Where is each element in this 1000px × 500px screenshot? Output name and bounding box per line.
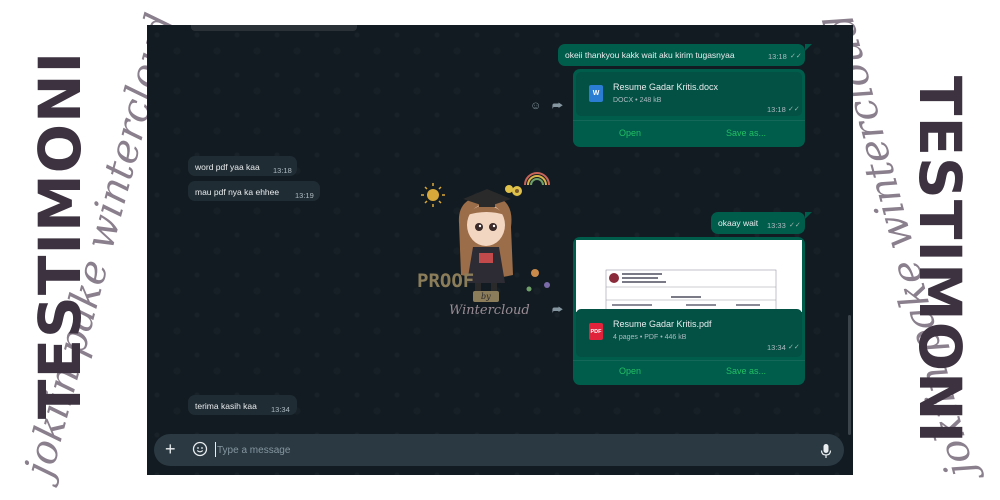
outgoing-message[interactable]: okeii thankyou kakk wait aku kirim tugas… bbox=[558, 44, 812, 66]
message-text: terima kasih kaa bbox=[195, 401, 257, 411]
divider bbox=[573, 120, 805, 121]
message-text: word pdf yaa kaa bbox=[195, 162, 260, 172]
incoming-message[interactable]: terima kasih kaa 13:34 bbox=[188, 395, 297, 415]
sun-icon bbox=[421, 183, 445, 207]
message-time: 13:34 bbox=[767, 343, 786, 352]
message-input[interactable] bbox=[217, 441, 777, 459]
message-composer: + bbox=[154, 434, 844, 466]
bubble-tail bbox=[805, 212, 812, 219]
right-decoration: jokiin pake wintercloud TESTIMONI bbox=[816, 0, 1000, 500]
watermark-by: by bbox=[473, 291, 499, 302]
chat-window: PROOF by Wintercloud okeii thankyou kakk… bbox=[147, 25, 853, 475]
save-as-button[interactable]: Save as... bbox=[726, 128, 766, 138]
rainbow-icon bbox=[524, 172, 550, 186]
document-meta: 4 pages • PDF • 446 kB bbox=[613, 334, 687, 341]
open-button[interactable]: Open bbox=[619, 366, 641, 376]
sticker-icon[interactable] bbox=[192, 441, 208, 457]
message-text: okaay wait bbox=[718, 218, 759, 228]
document-name: Resume Gadar Kritis.pdf bbox=[613, 319, 712, 329]
incoming-message[interactable]: mau pdf nya ka ehhee 13:19 bbox=[188, 181, 320, 201]
open-button[interactable]: Open bbox=[619, 128, 641, 138]
divider bbox=[573, 360, 805, 361]
message-text: okeii thankyou kakk wait aku kirim tugas… bbox=[565, 50, 735, 60]
document-card[interactable]: PDF Resume Gadar Kritis.pdf 4 pages • PD… bbox=[576, 309, 802, 357]
double-check-icon: ✓✓ bbox=[788, 344, 800, 351]
pdf-preview[interactable] bbox=[576, 240, 802, 312]
double-check-icon: ✓✓ bbox=[788, 106, 800, 113]
message-time: 13:18 bbox=[767, 105, 786, 114]
pdf-page-thumbnail bbox=[605, 269, 777, 312]
microphone-icon[interactable] bbox=[819, 443, 833, 459]
message-time: 13:18 bbox=[273, 166, 292, 175]
small-flowers-icon bbox=[526, 269, 550, 292]
forward-icon[interactable]: ⮫ bbox=[552, 303, 563, 318]
message-time: 13:34 bbox=[271, 405, 290, 414]
text-cursor bbox=[215, 442, 216, 457]
watermark-title: PROOF bbox=[417, 270, 475, 292]
message-text: mau pdf nya ka ehhee bbox=[195, 187, 280, 197]
right-title-text: TESTIMONI bbox=[906, 75, 974, 445]
double-check-icon: ✓✓ bbox=[789, 222, 801, 229]
outgoing-message[interactable]: okaay wait 13:33 ✓✓ bbox=[711, 212, 812, 234]
chat-scrollbar[interactable] bbox=[848, 315, 851, 435]
bubble-tail bbox=[805, 44, 812, 51]
outgoing-document-message[interactable]: PDF Resume Gadar Kritis.pdf 4 pages • PD… bbox=[573, 237, 805, 385]
document-meta: DOCX • 248 kB bbox=[613, 97, 662, 104]
save-as-button[interactable]: Save as... bbox=[726, 366, 766, 376]
flower-icon bbox=[505, 185, 522, 196]
document-card[interactable]: W Resume Gadar Kritis.docx DOCX • 248 kB… bbox=[576, 72, 802, 116]
plus-icon[interactable]: + bbox=[165, 439, 176, 460]
left-decoration: jokiin pake wintercloud TESTIMONI bbox=[0, 0, 184, 500]
document-name: Resume Gadar Kritis.docx bbox=[613, 82, 719, 92]
message-time: 13:33 bbox=[767, 221, 786, 230]
word-document-icon: W bbox=[589, 85, 603, 102]
pdf-document-icon: PDF bbox=[589, 323, 603, 340]
left-title-text: TESTIMONI bbox=[26, 50, 94, 420]
double-check-icon: ✓✓ bbox=[790, 53, 802, 60]
outgoing-document-message[interactable]: W Resume Gadar Kritis.docx DOCX • 248 kB… bbox=[573, 69, 805, 147]
incoming-message[interactable]: word pdf yaa kaa 13:18 bbox=[188, 156, 297, 176]
previous-message-edge bbox=[191, 25, 357, 31]
watermark-name: Wintercloud bbox=[449, 303, 530, 318]
message-time: 13:19 bbox=[295, 191, 314, 200]
emoji-reaction-icon[interactable]: ☺ bbox=[530, 100, 541, 112]
message-time: 13:18 bbox=[768, 52, 787, 61]
forward-icon[interactable]: ⮫ bbox=[552, 99, 563, 114]
